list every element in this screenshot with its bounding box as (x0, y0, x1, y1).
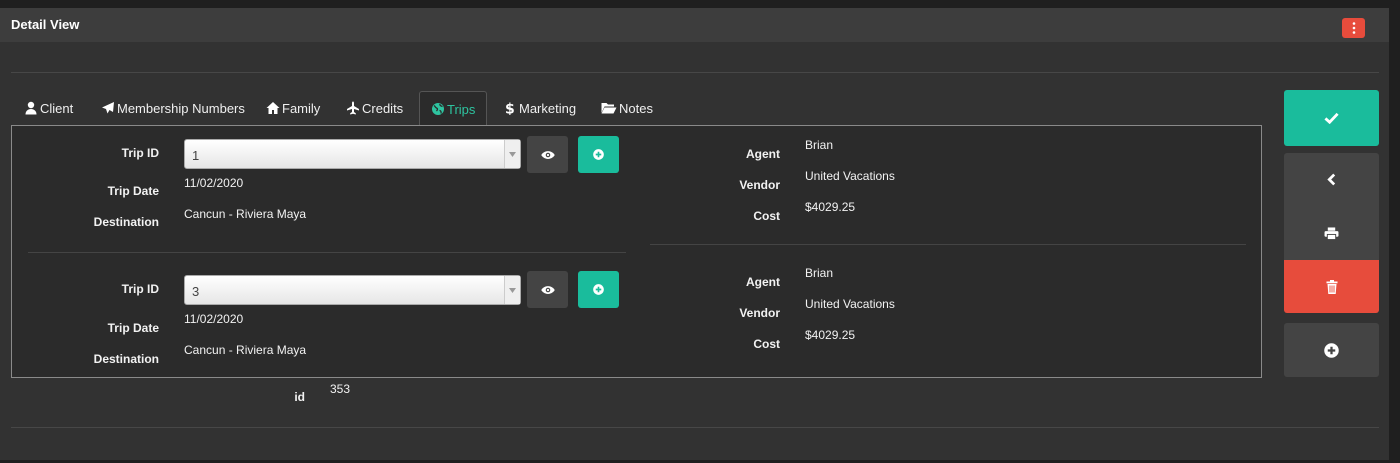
header-bar: Detail View (0, 8, 1389, 42)
chevron-left-icon (1327, 173, 1336, 186)
check-icon (1324, 112, 1339, 124)
add-trip-button[interactable] (578, 271, 619, 308)
trip-date-label: Trip Date (107, 321, 159, 335)
cost-label: Cost (753, 337, 780, 351)
agent-value: Brian (805, 266, 834, 280)
delete-button[interactable] (1284, 260, 1379, 313)
eye-icon (540, 285, 555, 294)
destination-value: Cancun - Riviera Maya (184, 343, 307, 357)
record-id-label: id (294, 390, 305, 404)
agent-value: Brian (805, 138, 834, 152)
chevron-down-icon (509, 151, 516, 157)
plus-circle-icon (1324, 342, 1339, 358)
view-trip-button[interactable] (527, 136, 568, 173)
home-icon (266, 102, 280, 114)
print-icon (1324, 226, 1339, 240)
divider (11, 427, 1379, 428)
view-trip-button[interactable] (527, 271, 568, 308)
trip-divider (650, 244, 1246, 245)
plane-icon (102, 102, 114, 114)
tab-label: Membership Numbers (117, 100, 245, 116)
kebab-vertical-icon (1352, 22, 1355, 34)
cost-value: $4029.25 (805, 200, 856, 214)
chevron-down-icon (509, 287, 516, 293)
trip-date-value: 11/02/2020 (184, 176, 244, 190)
trips-panel: Trip ID 1 Trip Date 11/02/2020 Destinati… (11, 125, 1262, 378)
kebab-menu-button[interactable] (1342, 18, 1365, 38)
tab-family[interactable]: Family (266, 91, 320, 125)
vendor-value: United Vacations (805, 169, 895, 183)
plus-circle-icon (593, 284, 604, 295)
print-button[interactable] (1284, 206, 1379, 260)
tab-notes[interactable]: Notes (601, 91, 653, 125)
user-icon (25, 101, 37, 115)
eye-icon (540, 150, 555, 159)
trash-icon (1326, 279, 1337, 294)
trip-id-value: 1 (192, 148, 200, 163)
folder-open-icon (601, 103, 617, 114)
trip-date-label: Trip Date (107, 184, 159, 198)
agent-label: Agent (746, 147, 780, 161)
dropdown-arrow[interactable] (504, 140, 520, 168)
trip-divider (28, 252, 626, 253)
tab-label: Notes (619, 100, 653, 116)
tab-label: Client (40, 100, 74, 116)
page-title: Detail View (11, 17, 80, 32)
tab-client[interactable]: Client (24, 91, 73, 125)
vendor-label: Vendor (739, 306, 780, 320)
tab-label: Family (282, 100, 321, 116)
svg-text:$: $ (505, 102, 515, 116)
tab-label: Trips (447, 101, 476, 117)
agent-label: Agent (746, 275, 780, 289)
trip-id-value: 3 (192, 284, 200, 299)
destination-label: Destination (93, 352, 159, 366)
dollar-icon: $ (505, 102, 515, 116)
record-id-value: 353 (330, 382, 351, 396)
back-button[interactable] (1284, 153, 1379, 206)
globe-icon (432, 103, 444, 115)
tab-bar: Client Membership Numbers Family Credits… (11, 91, 1263, 127)
trip-date-value: 11/02/2020 (184, 312, 244, 326)
destination-label: Destination (93, 215, 159, 229)
trip-id-label: Trip ID (121, 146, 159, 160)
add-button[interactable] (1284, 323, 1379, 377)
tab-credits[interactable]: Credits (346, 91, 403, 125)
cost-label: Cost (753, 209, 780, 223)
divider (11, 72, 1379, 73)
tab-label: Marketing (519, 100, 577, 116)
detail-view-window: Detail View Client Membership Numbers Fa… (0, 8, 1389, 460)
vendor-label: Vendor (739, 178, 780, 192)
trip-id-select[interactable]: 3 (184, 275, 521, 305)
trip-id-label: Trip ID (121, 282, 159, 296)
destination-value: Cancun - Riviera Maya (184, 207, 307, 221)
tab-membership-numbers[interactable]: Membership Numbers (101, 91, 245, 125)
vendor-value: United Vacations (805, 297, 895, 311)
cost-value: $4029.25 (805, 328, 856, 342)
add-trip-button[interactable] (578, 136, 619, 173)
tab-marketing[interactable]: $ Marketing (503, 91, 576, 125)
save-button[interactable] (1284, 90, 1379, 146)
plane-up-icon (347, 101, 359, 115)
dropdown-arrow[interactable] (504, 276, 520, 304)
plus-circle-icon (593, 149, 604, 160)
trip-id-select[interactable]: 1 (184, 139, 521, 169)
tab-label: Credits (362, 100, 404, 116)
tab-trips[interactable]: Trips (419, 91, 488, 126)
